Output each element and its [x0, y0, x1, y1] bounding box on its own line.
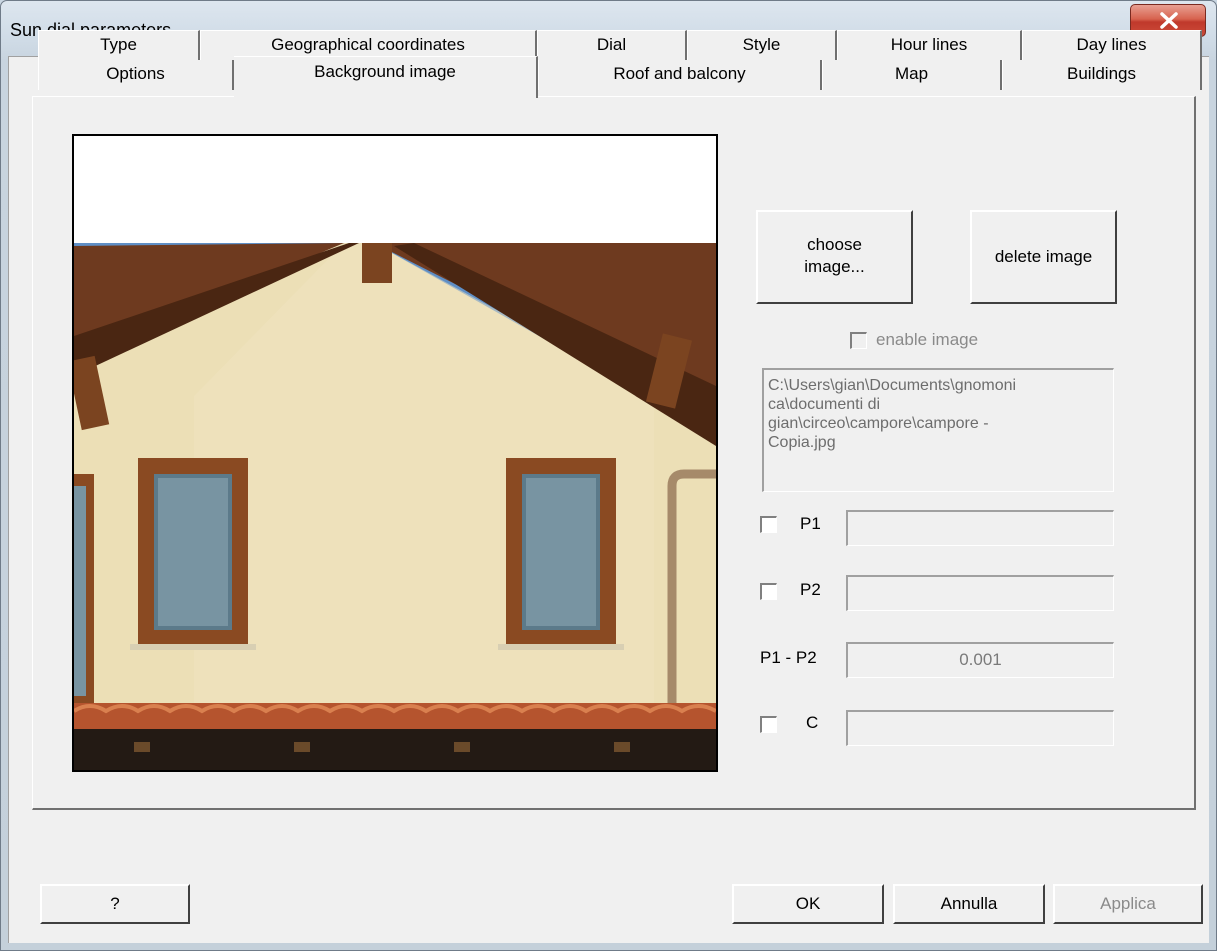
- choose-image-label-line1: choose: [807, 235, 862, 254]
- image-preview: [72, 134, 718, 772]
- choose-image-label-line2: image...: [804, 257, 865, 276]
- p1-p2-label: P1 - P2: [760, 648, 817, 667]
- p2-field[interactable]: [846, 575, 1114, 611]
- p1-field[interactable]: [846, 510, 1114, 546]
- tab-roof-and-balcony[interactable]: Roof and balcony: [538, 60, 822, 90]
- enable-image-label: enable image: [876, 330, 979, 349]
- p2-checkbox[interactable]: [760, 583, 777, 600]
- house-facade-photo: [74, 136, 716, 770]
- tab-type[interactable]: Type: [38, 30, 200, 60]
- file-path-line: Copia.jpg: [768, 434, 836, 451]
- p1-label: P1: [800, 514, 821, 533]
- tab-day-lines[interactable]: Day lines: [1022, 30, 1202, 60]
- help-button[interactable]: ?: [40, 884, 190, 924]
- tab-options[interactable]: Options: [38, 60, 234, 90]
- delete-image-button[interactable]: delete image: [970, 210, 1117, 304]
- tab-map[interactable]: Map: [822, 60, 1002, 90]
- tab-style[interactable]: Style: [687, 30, 837, 60]
- enable-image-checkbox[interactable]: [850, 332, 867, 349]
- file-path-line: ca\documenti di: [768, 396, 881, 413]
- choose-image-button[interactable]: choose image...: [756, 210, 913, 304]
- ok-button[interactable]: OK: [732, 884, 884, 924]
- tab-background-image[interactable]: Background image: [234, 56, 538, 98]
- file-path-line: gian\circeo\campore\campore -: [768, 415, 989, 432]
- apply-button[interactable]: Applica: [1053, 884, 1203, 924]
- c-field[interactable]: [846, 710, 1114, 746]
- file-path-field: C:\Users\gian\Documents\gnomoni ca\docum…: [762, 368, 1114, 492]
- p2-label: P2: [800, 580, 821, 599]
- tab-hour-lines[interactable]: Hour lines: [837, 30, 1022, 60]
- p1-p2-field: 0.001: [846, 642, 1114, 678]
- tab-buildings[interactable]: Buildings: [1002, 60, 1202, 90]
- c-checkbox[interactable]: [760, 716, 777, 733]
- p1-checkbox[interactable]: [760, 516, 777, 533]
- tab-dial[interactable]: Dial: [537, 30, 687, 60]
- close-icon: [1160, 12, 1178, 29]
- c-label: C: [806, 713, 819, 732]
- cancel-button[interactable]: Annulla: [893, 884, 1045, 924]
- file-path-line: C:\Users\gian\Documents\gnomoni: [768, 377, 1017, 394]
